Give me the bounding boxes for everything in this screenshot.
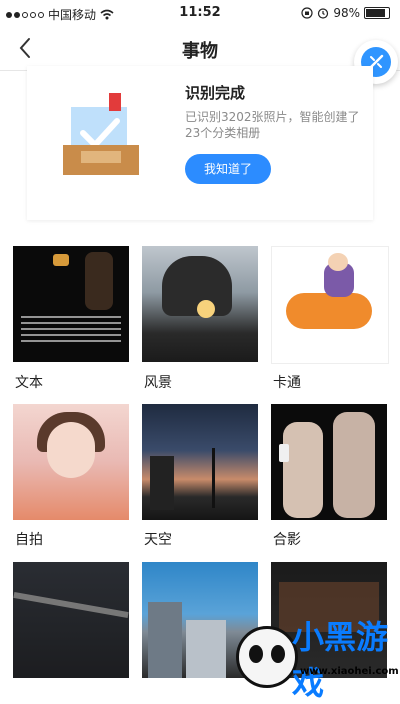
category-thumbnail-text[interactable] <box>13 246 129 362</box>
card-title: 识别完成 <box>185 84 246 102</box>
category-thumbnail-cartoon[interactable] <box>271 246 389 364</box>
building-right <box>186 620 226 678</box>
rotation-lock-icon <box>301 7 313 19</box>
recognition-complete-card: 识别完成 已识别3202张照片，智能创建了23个分类相册 我知道了 <box>27 66 373 220</box>
cartoon-child-head <box>328 253 348 271</box>
card-description: 已识别3202张照片，智能创建了23个分类相册 <box>185 110 360 140</box>
bridge-photo-thumbnail <box>13 562 129 678</box>
street-lamp-pole <box>212 448 215 508</box>
battery-percent: 98% <box>333 6 360 20</box>
category-label: 风景 <box>144 375 172 391</box>
battery-icon <box>364 7 390 19</box>
got-it-button[interactable]: 我知道了 <box>185 154 271 184</box>
category-thumbnail-bridge[interactable] <box>13 562 129 678</box>
category-thumbnail-selfie[interactable] <box>13 404 129 520</box>
subtitle-lines <box>17 312 125 356</box>
inbox-check-illustration-icon <box>63 93 139 175</box>
selfie-photo-thumbnail <box>13 404 129 520</box>
panda-logo-icon <box>236 626 298 688</box>
alarm-icon <box>318 8 329 19</box>
status-bar: 中国移动 11:52 98% <box>0 0 400 28</box>
building-silhouette <box>150 456 174 510</box>
category-label: 天空 <box>144 532 172 548</box>
category-thumbnail-sky[interactable] <box>142 404 258 520</box>
cartoon-photo-thumbnail <box>272 247 388 363</box>
group-photo-thumbnail <box>271 404 387 520</box>
category-label: 自拍 <box>15 532 43 548</box>
sky-photo-thumbnail <box>142 404 258 520</box>
category-thumbnail-scenery[interactable] <box>142 246 258 362</box>
lamp-shape <box>53 254 69 266</box>
scenery-photo-thumbnail <box>142 246 258 362</box>
building-left <box>148 602 182 678</box>
navigation-bar: 事物 <box>0 28 400 84</box>
page-title: 事物 <box>182 41 218 62</box>
person-right <box>333 412 375 518</box>
text-photo-thumbnail <box>13 246 129 362</box>
watermark-url: www.xiaohei.com <box>300 666 399 677</box>
person-left <box>283 422 323 518</box>
category-label: 卡通 <box>273 375 301 391</box>
face-shape <box>47 422 95 478</box>
site-watermark: 小黑游戏 www.xiaohei.com <box>236 608 400 702</box>
watermark-brand: 小黑游戏 <box>292 618 389 702</box>
category-label: 文本 <box>15 375 43 391</box>
bridge-railing <box>13 591 129 619</box>
wine-glass <box>279 444 289 462</box>
cartoon-fish <box>286 293 372 329</box>
category-thumbnail-group-photo[interactable] <box>271 404 387 520</box>
status-right: 98% <box>301 6 390 20</box>
sun-glow <box>197 300 215 318</box>
person-silhouette <box>85 252 113 310</box>
category-label: 合影 <box>273 532 301 548</box>
